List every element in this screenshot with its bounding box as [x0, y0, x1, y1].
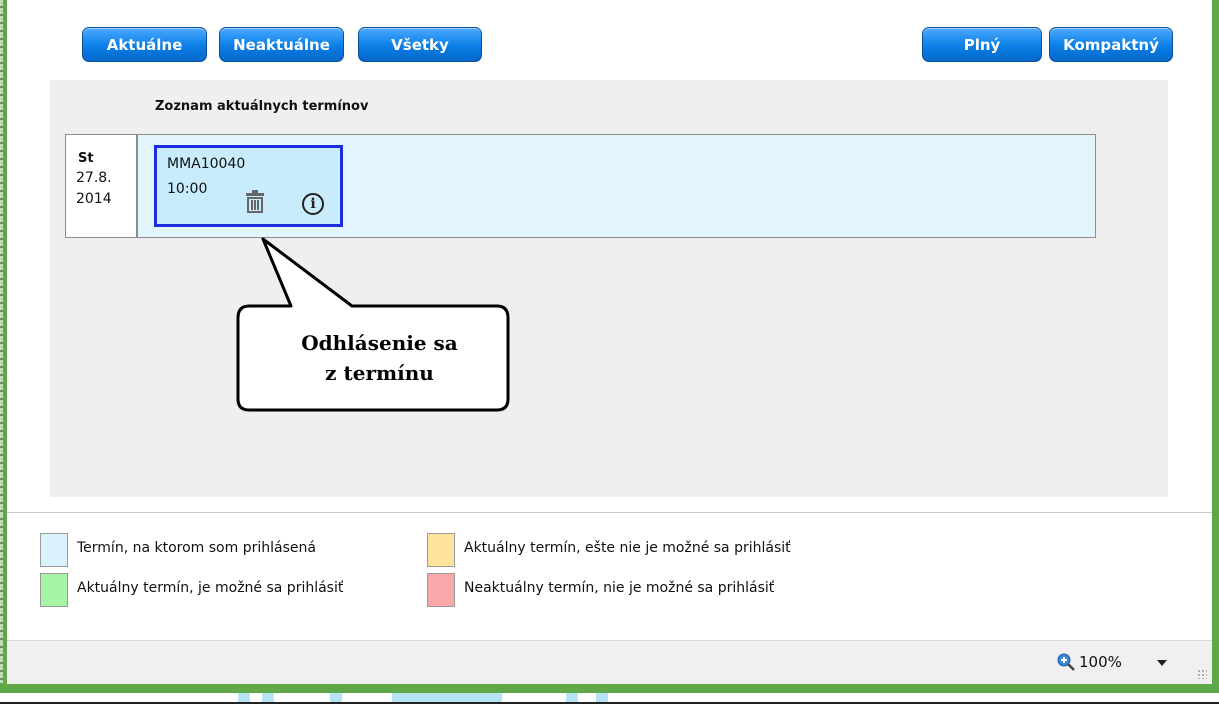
legend-label-expired: Neaktuálny termín, nie je možné sa prihl… — [464, 580, 775, 596]
legend-label-registered: Termín, na ktorom som prihlásená — [77, 540, 316, 556]
zoom-level: 100% — [1079, 653, 1122, 671]
legend-divider — [7, 512, 1212, 513]
legend-swatch-expired — [427, 573, 455, 607]
callout-line-2: z termínu — [325, 361, 434, 385]
status-bar: 100% — [7, 640, 1212, 684]
strip-block — [238, 693, 250, 702]
strip-block — [596, 693, 608, 702]
bottom-strip — [0, 693, 1219, 706]
strip-block — [330, 693, 342, 702]
legend-swatch-open — [40, 573, 68, 607]
legend-label-open: Aktuálny termín, je možné sa prihlásiť — [77, 580, 344, 596]
window-frame-right — [1212, 0, 1219, 693]
strip-block — [392, 693, 502, 702]
legend-label-not-yet-open: Aktuálny termín, ešte nie je možné sa pr… — [464, 540, 791, 556]
window-frame-bottom — [0, 683, 1219, 693]
strip-block — [566, 693, 578, 702]
resize-grip[interactable] — [1197, 669, 1207, 679]
callout-line-1: Odhlásenie sa — [301, 331, 458, 355]
legend-swatch-registered — [40, 533, 68, 567]
zoom-dropdown-arrow[interactable] — [1157, 660, 1167, 666]
zoom-icon[interactable] — [1057, 653, 1075, 671]
app-window: Aktuálne Neaktuálne Všetky Plný Kompaktn… — [7, 0, 1212, 684]
legend-swatch-not-yet-open — [427, 533, 455, 567]
callout-text: Odhlásenie sa z termínu — [247, 328, 512, 388]
bottom-rule — [0, 702, 1219, 704]
dotted-edge — [0, 0, 3, 690]
strip-block — [262, 693, 274, 702]
